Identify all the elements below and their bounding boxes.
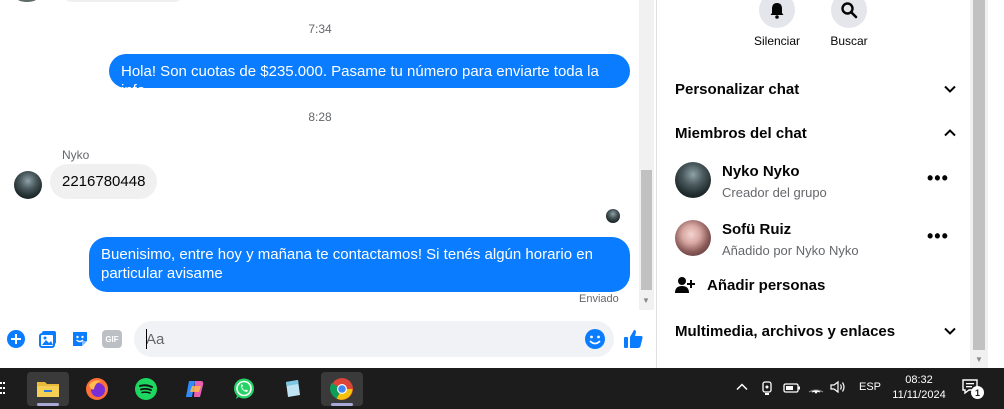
- sender-name: Nyko: [62, 148, 90, 162]
- image-icon[interactable]: [37, 328, 59, 350]
- mute-button[interactable]: [759, 0, 795, 28]
- taskbar-firefox[interactable]: [76, 372, 118, 406]
- bell-icon: [770, 3, 784, 19]
- taskbar-spotify[interactable]: [125, 372, 167, 406]
- mute-label: Silenciar: [753, 34, 801, 48]
- system-clock[interactable]: 08:32 11/11/2024: [884, 373, 954, 403]
- clock-date: 11/11/2024: [892, 389, 946, 401]
- incoming-message[interactable]: 2216780448: [50, 164, 158, 199]
- member-options-button[interactable]: •••: [927, 168, 949, 189]
- taskbar-whatsapp[interactable]: [223, 372, 265, 406]
- active-indicator: [37, 403, 59, 406]
- scrollbar-thumb[interactable]: [973, 0, 985, 350]
- message-text: Buenisimo, entre hoy y mañana te contact…: [101, 246, 593, 282]
- chrome-icon: [330, 378, 353, 400]
- add-person-icon: [675, 277, 695, 293]
- scroll-down-arrow-icon[interactable]: ▼: [642, 296, 650, 305]
- section-customize-chat[interactable]: Personalizar chat: [675, 77, 957, 101]
- timestamp: 7:34: [308, 22, 332, 36]
- add-people-label: Añadir personas: [707, 276, 826, 294]
- text-caret: [146, 329, 147, 349]
- notes-icon: [286, 380, 300, 397]
- volume-icon[interactable]: [829, 380, 847, 399]
- taskbar-notes[interactable]: [272, 372, 314, 406]
- notification-center-button[interactable]: 1: [961, 378, 984, 403]
- search-label: Buscar: [830, 34, 868, 48]
- chat-thread[interactable]: 7:34 Hola! Son cuotas de $235.000. Pasam…: [0, 0, 640, 368]
- section-title: Miembros del chat: [675, 124, 807, 142]
- plus-icon[interactable]: [5, 328, 27, 350]
- notification-count-badge: 1: [971, 386, 984, 399]
- active-indicator: [331, 403, 353, 406]
- emoji-icon[interactable]: [584, 328, 606, 350]
- battery-icon[interactable]: [783, 381, 801, 399]
- spotify-icon: [135, 378, 157, 400]
- taskbar-chrome[interactable]: [321, 372, 363, 406]
- copilot-icon: [186, 381, 204, 397]
- firefox-icon: [86, 378, 108, 400]
- member-role: Añadido por Nyko Nyko: [722, 243, 859, 258]
- like-icon[interactable]: [622, 328, 644, 350]
- chevron-up-icon[interactable]: [736, 380, 748, 398]
- scroll-down-arrow-icon[interactable]: ▼: [975, 355, 983, 364]
- taskbar-file-explorer[interactable]: [27, 372, 69, 406]
- language-indicator[interactable]: ESP: [859, 381, 881, 393]
- message-bubble-partial: [64, 0, 182, 2]
- gif-label: GIF: [102, 330, 122, 348]
- gif-icon[interactable]: GIF: [101, 328, 123, 350]
- member-role: Creador del grupo: [722, 185, 827, 200]
- windows-taskbar: ESP 08:32 11/11/2024 1: [0, 368, 1004, 409]
- location-icon[interactable]: [760, 380, 774, 401]
- member-avatar[interactable]: [675, 220, 711, 256]
- messenger-window: 7:34 Hola! Son cuotas de $235.000. Pasam…: [0, 0, 1004, 409]
- chat-scrollbar[interactable]: ▼: [639, 0, 654, 310]
- member-avatar[interactable]: [675, 162, 711, 198]
- chat-info-panel: Silenciar Buscar Personalizar chat Miemb…: [657, 0, 970, 368]
- section-title: Personalizar chat: [675, 80, 800, 98]
- read-receipt-avatar: [606, 209, 620, 223]
- search-button[interactable]: [831, 0, 867, 28]
- avatar[interactable]: [14, 171, 42, 199]
- section-chat-members[interactable]: Miembros del chat: [675, 121, 957, 145]
- taskbar-copilot[interactable]: [174, 372, 216, 406]
- sticker-icon[interactable]: [69, 328, 91, 350]
- clock-time: 08:32: [905, 374, 933, 386]
- outgoing-message[interactable]: Hola! Son cuotas de $235.000. Pasame tu …: [109, 54, 630, 99]
- section-title: Multimedia, archivos y enlaces: [675, 322, 896, 340]
- scrollbar-thumb[interactable]: [641, 170, 652, 290]
- message-composer: GIF: [0, 318, 656, 360]
- member-name[interactable]: Sofü Ruiz: [722, 221, 791, 238]
- message-text: Hola! Son cuotas de $235.000. Pasame tu …: [121, 63, 599, 99]
- search-icon: [841, 2, 858, 19]
- page-scrollbar[interactable]: ▼: [970, 0, 1004, 368]
- outgoing-message[interactable]: Buenisimo, entre hoy y mañana te contact…: [89, 237, 630, 292]
- member-name[interactable]: Nyko Nyko: [722, 163, 800, 180]
- folder-icon: [37, 382, 59, 397]
- timestamp: 8:28: [308, 110, 332, 124]
- wifi-icon[interactable]: [808, 380, 824, 399]
- add-people-button[interactable]: Añadir personas: [675, 275, 825, 295]
- message-text: 2216780448: [62, 173, 146, 190]
- chevron-down-icon: [944, 327, 956, 335]
- chevron-up-icon: [944, 129, 956, 137]
- section-media-files-links[interactable]: Multimedia, archivos y enlaces: [675, 319, 957, 343]
- task-view-icon[interactable]: [0, 380, 6, 396]
- avatar: [14, 0, 40, 2]
- chevron-down-icon: [944, 85, 956, 93]
- whatsapp-icon: [234, 378, 254, 399]
- delivery-status: Enviado: [579, 293, 619, 305]
- message-input[interactable]: [134, 321, 614, 357]
- member-options-button[interactable]: •••: [927, 226, 949, 247]
